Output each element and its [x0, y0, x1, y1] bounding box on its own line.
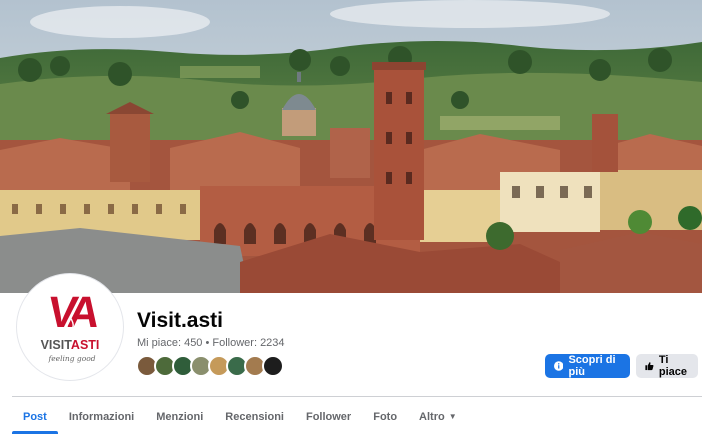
- visitasti-logo: VA VISITASTI feeling good: [41, 288, 103, 363]
- tab-follower[interactable]: Follower: [295, 397, 362, 436]
- svg-text:VISITASTI: VISITASTI: [41, 338, 100, 352]
- thumbs-up-icon: [645, 362, 654, 371]
- tab-label: Foto: [373, 410, 398, 423]
- logo-tagline: feeling good: [47, 354, 95, 363]
- cover-photo-image: [0, 0, 702, 293]
- follower-avatars[interactable]: [136, 355, 284, 377]
- page-title: Visit.asti: [137, 309, 223, 332]
- like-button[interactable]: Ti piace: [636, 354, 698, 378]
- logo-brand-right: ASTI: [71, 338, 99, 352]
- learn-more-label: Scopri di più: [568, 354, 616, 378]
- tab-altro[interactable]: Altro ▼: [408, 397, 468, 436]
- page-tabs: Post Informazioni Menzioni Recensioni Fo…: [12, 397, 468, 436]
- like-label: Ti piace: [658, 354, 688, 378]
- logo-mark: VA: [45, 288, 103, 337]
- learn-more-button[interactable]: Scopri di più: [545, 354, 630, 378]
- chevron-down-icon: ▼: [448, 412, 457, 421]
- tab-label: Menzioni: [156, 410, 204, 423]
- tab-foto[interactable]: Foto: [362, 397, 408, 436]
- follower-avatar[interactable]: [262, 355, 284, 377]
- tab-recensioni[interactable]: Recensioni: [214, 397, 295, 436]
- avatar[interactable]: VA VISITASTI feeling good: [16, 273, 124, 381]
- tab-label: Follower: [305, 410, 352, 423]
- tab-label: Informazioni: [68, 410, 135, 423]
- info-icon: [554, 361, 564, 371]
- tab-label: Post: [23, 410, 47, 423]
- tab-menzioni[interactable]: Menzioni: [145, 397, 214, 436]
- logo-brand-left: VISIT: [41, 338, 73, 352]
- tab-post[interactable]: Post: [12, 397, 58, 436]
- tab-label: Altro: [419, 410, 445, 423]
- tab-informazioni[interactable]: Informazioni: [58, 397, 145, 436]
- cover-photo[interactable]: [0, 0, 702, 293]
- facebook-page: VA VISITASTI feeling good Visit.asti Mi …: [0, 0, 702, 436]
- page-stats[interactable]: Mi piace: 450 • Follower: 2234: [137, 337, 285, 349]
- tab-label: Recensioni: [225, 410, 284, 423]
